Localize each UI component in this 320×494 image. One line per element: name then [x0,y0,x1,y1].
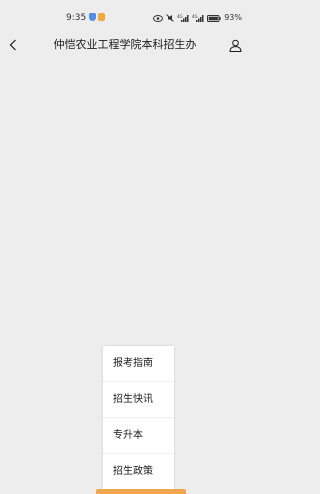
menu-item-upgrade-bachelor[interactable]: 专升本 [103,418,174,454]
popup-menu: 报考指南 招生快讯 专升本 招生政策 [103,346,174,489]
page-title: 仲恺农业工程学院本科招生办 [53,38,197,51]
menu-item-admission-news[interactable]: 招生快讯 [103,382,174,418]
status-bar: 9:35 4G 4G 93% [0,0,250,30]
back-button[interactable] [4,34,22,56]
signal-label: 4G [192,14,198,19]
bottom-menu-tab[interactable] [96,489,186,494]
mute-icon [166,14,175,22]
status-icons: 4G 4G 93% [153,12,242,24]
eye-icon [153,14,164,22]
status-time: 9:35 [66,13,87,23]
battery-icon [207,14,221,22]
chevron-left-icon [9,39,16,51]
signal-label: 4G [177,14,183,19]
battery-percent: 93% [224,13,242,22]
menu-item-application-guide[interactable]: 报考指南 [103,346,174,382]
profile-button[interactable] [226,35,244,55]
signal-icon: 4G [192,14,204,22]
signal-icon: 4G [177,14,189,22]
screen: 9:35 4G 4G 93% 仲恺农业工程学院本科招生办 报考指南 招生快讯 专… [0,0,250,494]
nav-bar: 仲恺农业工程学院本科招生办 [0,30,250,60]
person-icon [228,39,242,52]
shield-app-icon [89,13,96,21]
menu-item-admission-policy[interactable]: 招生政策 [103,454,174,489]
gallery-app-icon [98,13,105,21]
